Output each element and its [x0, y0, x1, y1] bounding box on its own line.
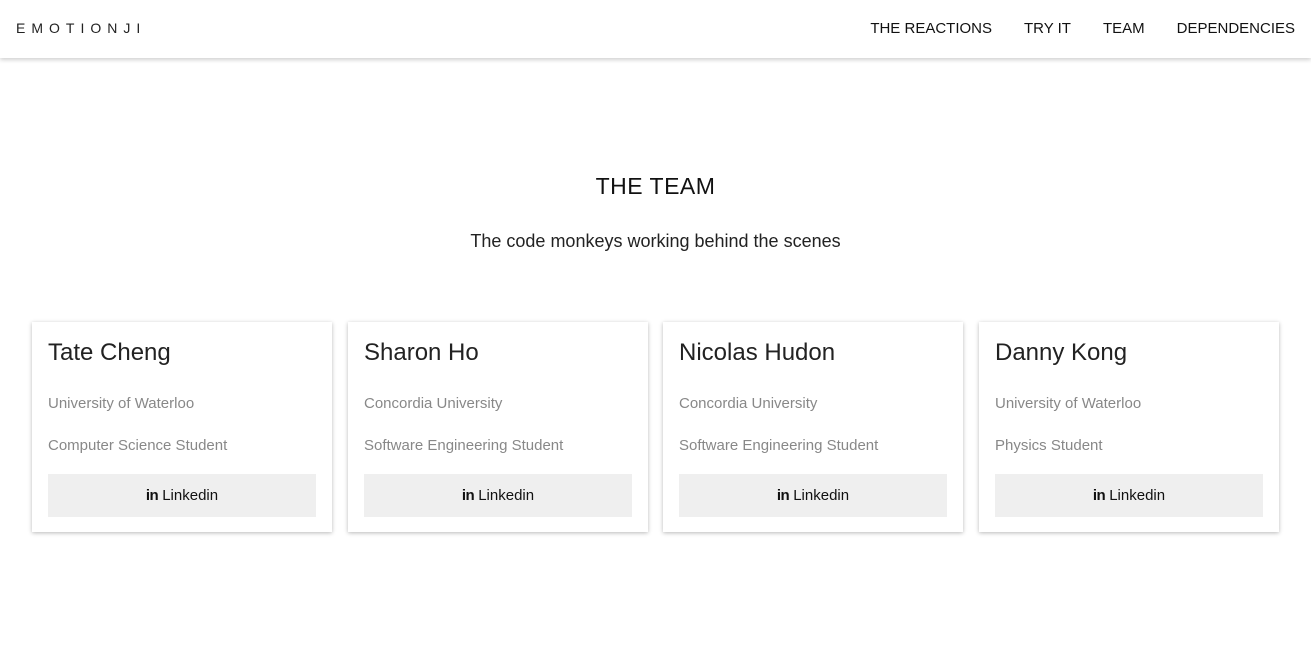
navbar: EMOTIONJI THE REACTIONS TRY IT TEAM DEPE…	[0, 0, 1311, 58]
linkedin-icon: in	[461, 487, 475, 504]
linkedin-icon: in	[776, 487, 790, 504]
linkedin-label: Linkedin	[162, 487, 219, 504]
member-name: Nicolas Hudon	[679, 339, 836, 366]
nav-link-try-it[interactable]: TRY IT	[1024, 20, 1071, 37]
linkedin-button[interactable]: in Linkedin	[995, 474, 1263, 517]
nav-link-dependencies[interactable]: DEPENDENCIES	[1177, 20, 1295, 37]
nav-link-reactions[interactable]: THE REACTIONS	[870, 20, 992, 37]
member-school: University of Waterloo	[995, 395, 1142, 412]
member-role: Software Engineering Student	[679, 437, 879, 454]
member-name: Danny Kong	[995, 339, 1128, 366]
member-role: Software Engineering Student	[364, 437, 564, 454]
linkedin-button[interactable]: in Linkedin	[679, 474, 947, 517]
section-title: THE TEAM	[595, 173, 716, 199]
member-school: Concordia University	[364, 395, 503, 412]
team-card: Tate Cheng University of Waterloo Comput…	[32, 322, 332, 532]
member-school: Concordia University	[679, 395, 818, 412]
team-card: Nicolas Hudon Concordia University Softw…	[663, 322, 963, 532]
team-card: Danny Kong University of Waterloo Physic…	[979, 322, 1279, 532]
nav-link-team[interactable]: TEAM	[1103, 20, 1145, 37]
linkedin-button[interactable]: in Linkedin	[364, 474, 632, 517]
linkedin-label: Linkedin	[793, 487, 850, 504]
member-role: Physics Student	[995, 437, 1103, 454]
linkedin-label: Linkedin	[1109, 487, 1166, 504]
member-name: Tate Cheng	[48, 339, 171, 366]
linkedin-button[interactable]: in Linkedin	[48, 474, 316, 517]
section-subtitle: The code monkeys working behind the scen…	[470, 231, 841, 251]
linkedin-icon: in	[145, 487, 159, 504]
team-card: Sharon Ho Concordia University Software …	[348, 322, 648, 532]
member-role: Computer Science Student	[48, 437, 228, 454]
nav-links: THE REACTIONS TRY IT TEAM DEPENDENCIES	[838, 20, 1295, 37]
member-name: Sharon Ho	[364, 339, 479, 366]
member-school: University of Waterloo	[48, 395, 195, 412]
linkedin-label: Linkedin	[478, 487, 535, 504]
brand-logo[interactable]: EMOTIONJI	[16, 20, 146, 36]
linkedin-icon: in	[1092, 487, 1106, 504]
